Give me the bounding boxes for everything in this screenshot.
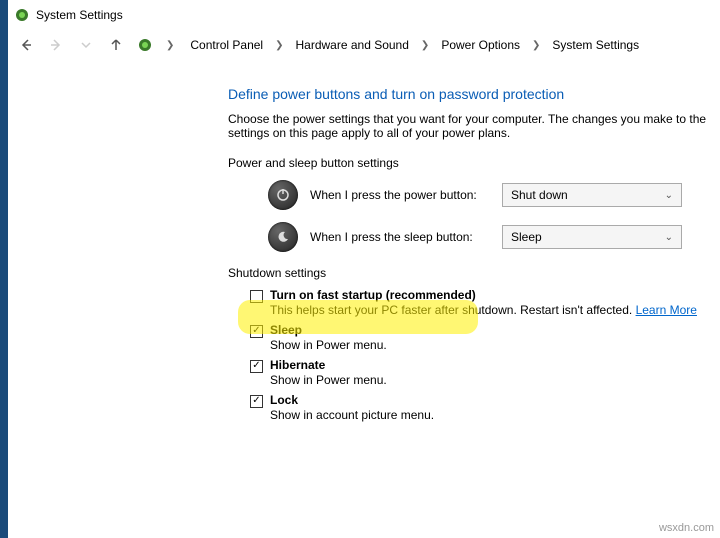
watermark: wsxdn.com: [659, 522, 714, 534]
option-sub: Show in account picture menu.: [270, 408, 720, 422]
chevron-right-icon: ❯: [271, 40, 287, 51]
option-fast-startup: Turn on fast startup (recommended) This …: [228, 288, 720, 317]
page-title: Define power buttons and turn on passwor…: [228, 86, 720, 102]
content: Define power buttons and turn on passwor…: [8, 60, 720, 538]
up-button[interactable]: [104, 33, 128, 57]
chevron-right-icon: ❯: [162, 40, 178, 51]
option-sub: Show in Power menu.: [270, 338, 720, 352]
power-button-label: When I press the power button:: [310, 188, 490, 202]
sleep-button-row: When I press the sleep button: Sleep ⌄: [268, 222, 720, 252]
back-button[interactable]: [14, 33, 38, 57]
breadcrumb-item[interactable]: System Settings: [546, 34, 645, 56]
window-title: System Settings: [36, 8, 123, 22]
sleep-button-label: When I press the sleep button:: [310, 230, 490, 244]
titlebar: System Settings: [8, 0, 720, 30]
checkbox-lock[interactable]: [250, 395, 263, 408]
option-sub: Show in Power menu.: [270, 373, 720, 387]
window-edge: [0, 0, 8, 538]
dropdown-value: Shut down: [511, 188, 568, 202]
chevron-right-icon: ❯: [417, 40, 433, 51]
app-icon: [14, 7, 30, 23]
breadcrumb-item[interactable]: Power Options: [435, 34, 526, 56]
option-label: Sleep: [270, 323, 720, 337]
chevron-right-icon: ❯: [528, 40, 544, 51]
location-icon: [136, 36, 154, 54]
recent-dropdown-button[interactable]: [74, 33, 98, 57]
breadcrumb-item[interactable]: Control Panel: [184, 34, 269, 56]
checkbox-sleep[interactable]: [250, 325, 263, 338]
sleep-button-dropdown[interactable]: Sleep ⌄: [502, 225, 682, 249]
section-heading-buttons: Power and sleep button settings: [228, 156, 720, 170]
option-sleep: Sleep Show in Power menu.: [228, 323, 720, 352]
section-heading-shutdown: Shutdown settings: [228, 266, 720, 280]
breadcrumb: Control Panel ❯ Hardware and Sound ❯ Pow…: [184, 34, 645, 56]
navbar: ❯ Control Panel ❯ Hardware and Sound ❯ P…: [8, 30, 720, 60]
option-label: Lock: [270, 393, 720, 407]
option-lock: Lock Show in account picture menu.: [228, 393, 720, 422]
checkbox-hibernate[interactable]: [250, 360, 263, 373]
power-icon: [268, 180, 298, 210]
breadcrumb-item[interactable]: Hardware and Sound: [290, 34, 415, 56]
option-label: Hibernate: [270, 358, 720, 372]
chevron-down-icon: ⌄: [665, 232, 673, 243]
window: System Settings ❯ Control Panel ❯ Hardwa…: [8, 0, 720, 538]
chevron-down-icon: ⌄: [665, 190, 673, 201]
learn-more-link[interactable]: Learn More: [636, 303, 697, 317]
checkbox-fast-startup[interactable]: [250, 290, 263, 303]
option-sub-text: This helps start your PC faster after sh…: [270, 303, 632, 317]
power-button-dropdown[interactable]: Shut down ⌄: [502, 183, 682, 207]
sleep-icon: [268, 222, 298, 252]
option-label: Turn on fast startup (recommended): [270, 288, 720, 302]
power-button-row: When I press the power button: Shut down…: [268, 180, 720, 210]
page-description: Choose the power settings that you want …: [228, 112, 720, 140]
forward-button[interactable]: [44, 33, 68, 57]
option-sub: This helps start your PC faster after sh…: [270, 303, 720, 317]
dropdown-value: Sleep: [511, 230, 542, 244]
option-hibernate: Hibernate Show in Power menu.: [228, 358, 720, 387]
